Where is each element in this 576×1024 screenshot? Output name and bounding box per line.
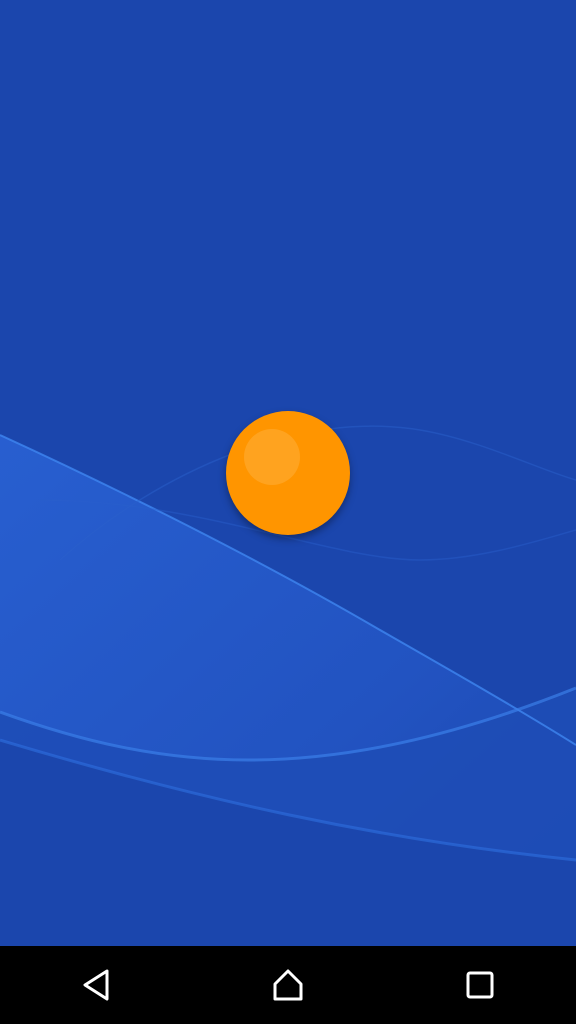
recents-button[interactable] <box>432 946 528 1024</box>
recents-square-icon <box>466 971 494 999</box>
home-button[interactable] <box>240 946 336 1024</box>
back-button[interactable] <box>48 946 144 1024</box>
orb-highlight <box>244 429 300 485</box>
home-icon <box>273 969 303 1001</box>
home-screen <box>0 0 576 1024</box>
orange-orb-button[interactable] <box>226 411 350 535</box>
navigation-bar <box>0 946 576 1024</box>
back-triangle-icon <box>83 969 109 1001</box>
wallpaper <box>0 0 576 946</box>
